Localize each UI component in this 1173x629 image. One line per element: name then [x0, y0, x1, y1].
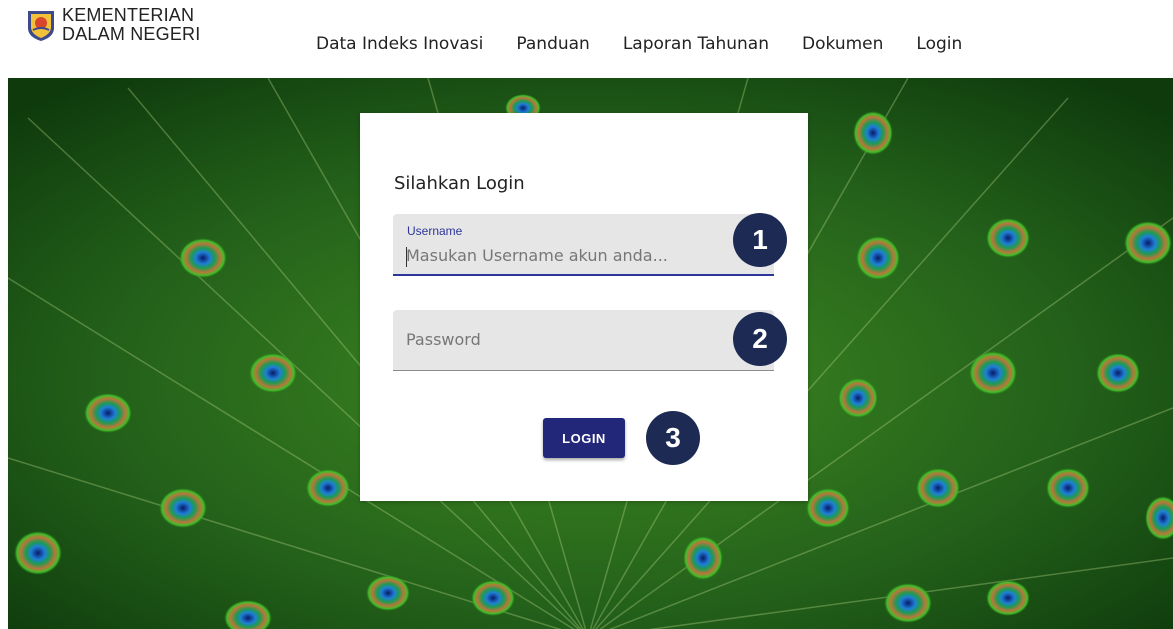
login-button[interactable]: LOGIN [543, 418, 625, 458]
nav-login[interactable]: Login [916, 34, 962, 54]
step-badge-3: 3 [646, 411, 700, 465]
username-input[interactable] [406, 246, 706, 265]
brand-line-1: KEMENTERIAN [62, 5, 195, 25]
main-nav: Data Indeks Inovasi Panduan Laporan Tahu… [316, 34, 962, 54]
brand-line-2: DALAM NEGERI [62, 24, 201, 44]
login-title: Silahkan Login [394, 173, 525, 194]
password-field[interactable] [393, 310, 774, 371]
username-label: Username [407, 224, 463, 238]
site-header: KEMENTERIAN DALAM NEGERI Data Indeks Ino… [0, 0, 1173, 78]
login-card: Silahkan Login Username LOGIN [360, 113, 808, 501]
username-field[interactable]: Username [393, 214, 774, 276]
nav-panduan[interactable]: Panduan [516, 34, 589, 54]
brand-logo[interactable]: KEMENTERIAN DALAM NEGERI [24, 6, 200, 44]
password-input[interactable] [406, 330, 706, 349]
nav-data-indeks-inovasi[interactable]: Data Indeks Inovasi [316, 34, 483, 54]
step-badge-2: 2 [733, 312, 787, 366]
nav-dokumen[interactable]: Dokumen [802, 34, 883, 54]
nav-laporan-tahunan[interactable]: Laporan Tahunan [623, 34, 769, 54]
kemendagri-emblem-icon [28, 11, 54, 41]
step-badge-1: 1 [733, 213, 787, 267]
